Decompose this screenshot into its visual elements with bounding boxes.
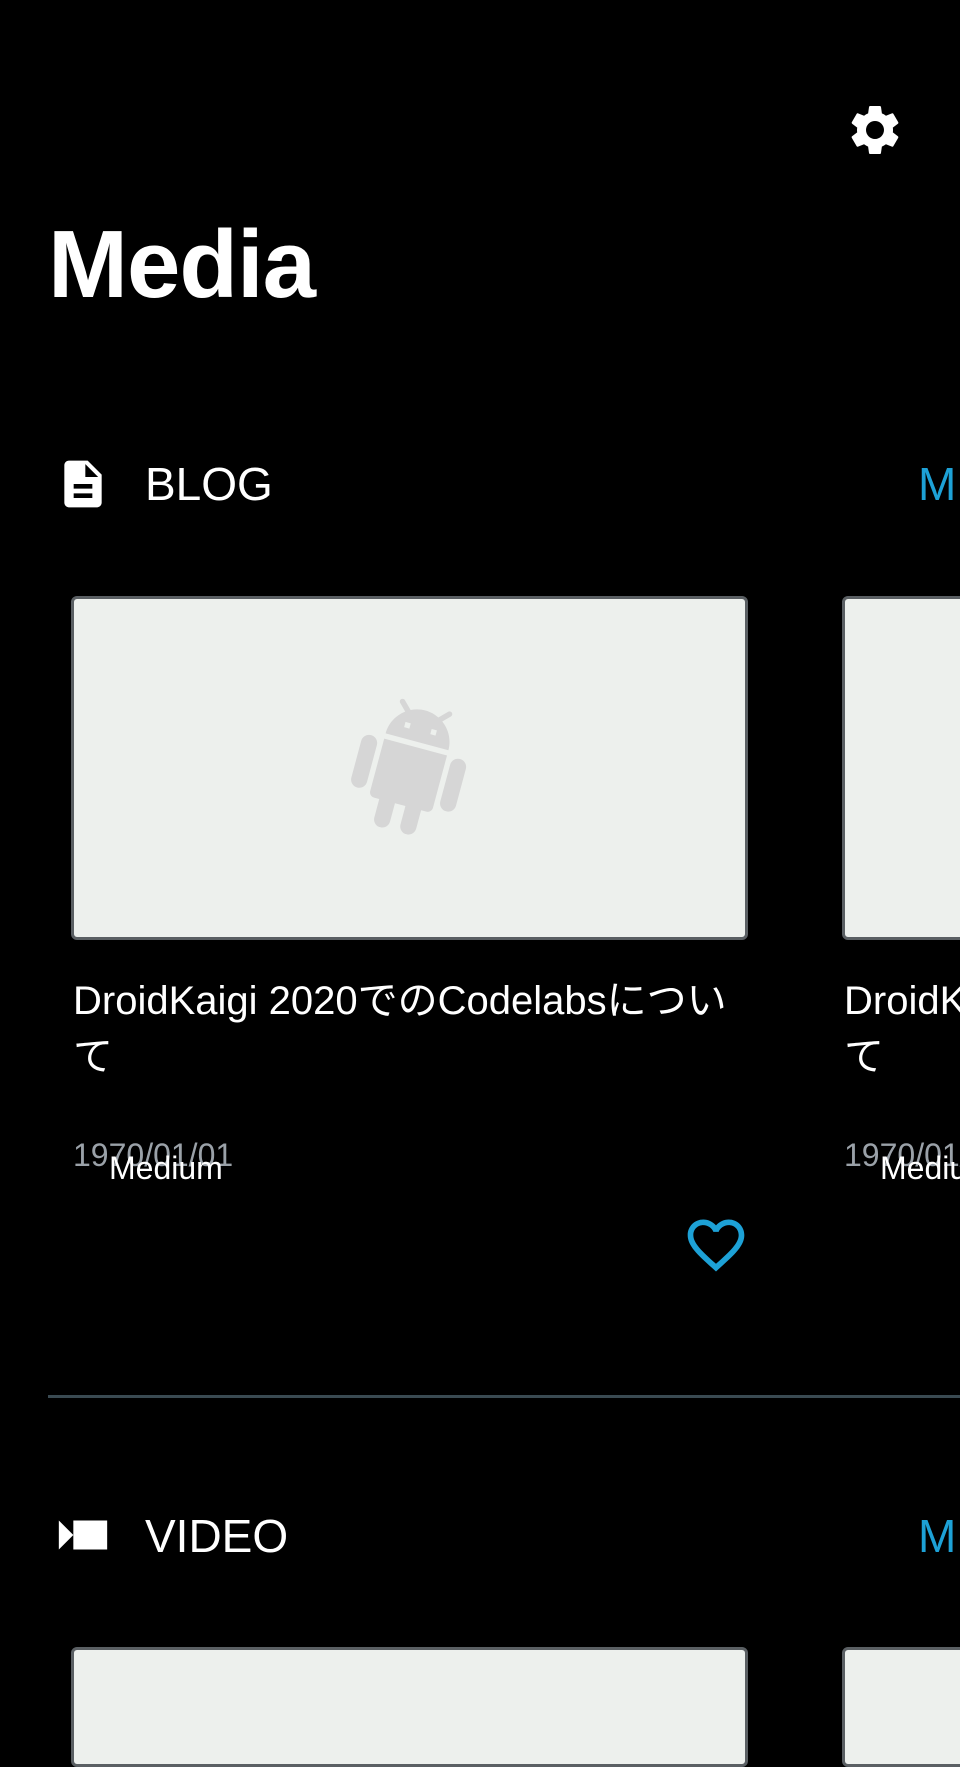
card-title: DroidKaigi 2020でのCodelabsについて xyxy=(844,979,960,1079)
blog-section-label: BLOG xyxy=(145,458,273,510)
blog-card[interactable]: DroidKaigi 2020でのCodelabsについて 1970/01/01… xyxy=(71,596,748,1290)
settings-button[interactable] xyxy=(835,90,915,170)
video-card-thumbnail[interactable] xyxy=(71,1647,748,1767)
blog-card[interactable]: DroidKaigi 2020でのCodelabsについて 1970/01/01… xyxy=(842,596,960,1290)
video-more-link[interactable]: M xyxy=(918,1506,956,1566)
heart-outline-icon xyxy=(687,1219,745,1272)
card-source: Medium xyxy=(109,1150,223,1186)
favorite-button[interactable] xyxy=(681,1210,751,1280)
card-thumbnail xyxy=(842,596,960,940)
video-section-label: VIDEO xyxy=(145,1510,289,1562)
page-title: Media xyxy=(48,211,316,318)
video-card-thumbnail[interactable] xyxy=(842,1647,960,1767)
gear-icon xyxy=(851,105,899,154)
video-camera-icon xyxy=(58,1520,108,1550)
document-icon xyxy=(64,460,102,508)
card-source: Medium xyxy=(880,1150,960,1186)
android-placeholder-icon xyxy=(350,698,466,835)
card-thumbnail xyxy=(71,596,748,940)
card-title: DroidKaigi 2020でのCodelabsについて xyxy=(73,979,727,1079)
blog-section-icon xyxy=(52,453,114,515)
section-divider xyxy=(48,1395,960,1398)
blog-more-link[interactable]: M xyxy=(918,454,956,514)
video-section-icon xyxy=(52,1504,114,1566)
